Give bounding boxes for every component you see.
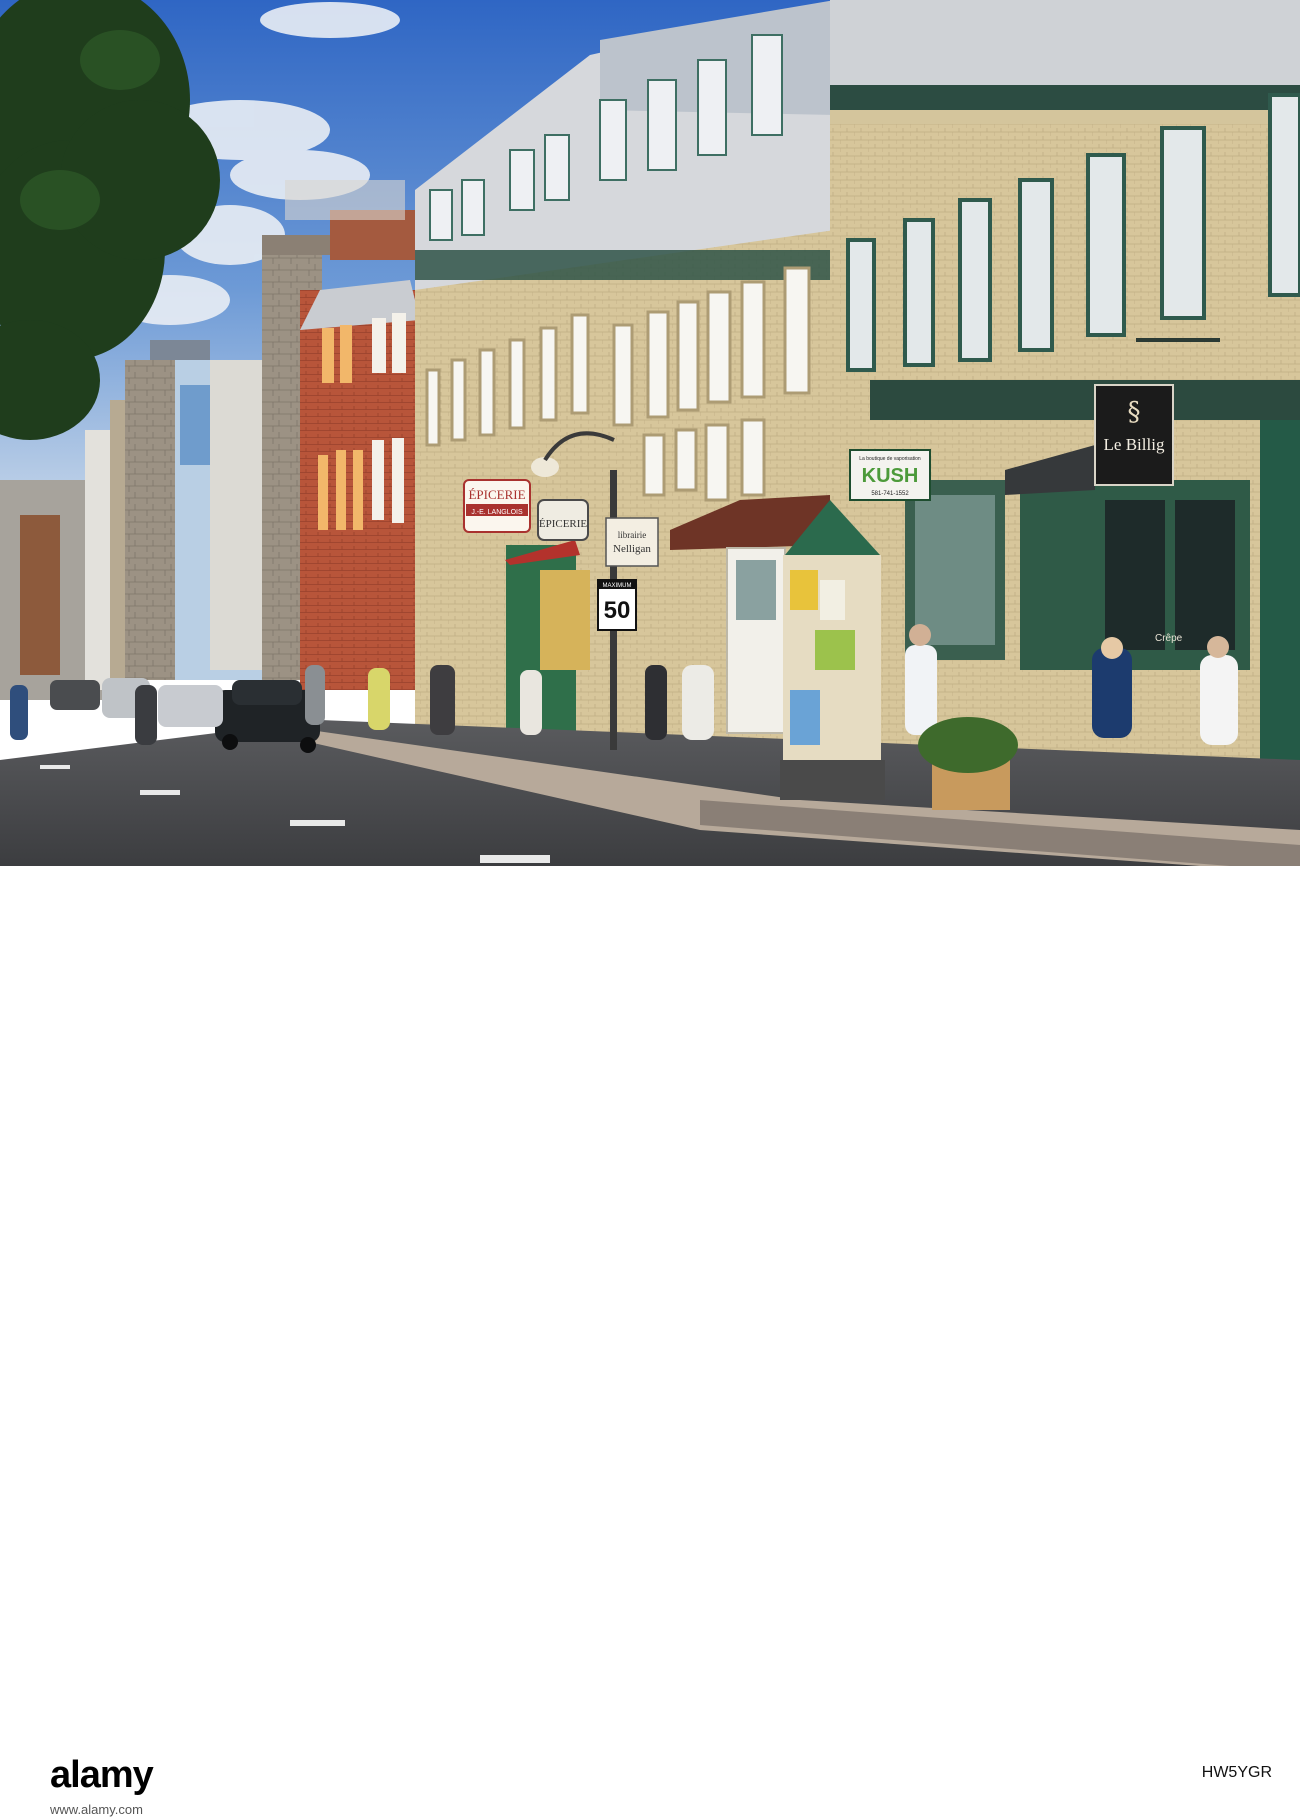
billig-label: Le Billig	[1104, 435, 1165, 454]
speed-limit-sign: MAXIMUM 50	[597, 579, 637, 631]
speed-max-label: MAXIMUM	[603, 583, 632, 589]
alamy-url-label: www.alamy.com	[50, 1802, 143, 1817]
kush-name-label: KUSH	[862, 465, 919, 487]
epicerie-hanging-sign: ÉPICERIE	[537, 499, 589, 541]
epicerie-sign: ÉPICERIE J.-E. LANGLOIS	[463, 479, 531, 533]
speed-value-label: 50	[604, 597, 631, 624]
billig-logo-icon: §	[1128, 397, 1141, 427]
advertising-kiosk	[780, 500, 885, 800]
epicerie-sub-label: J.-E. LANGLOIS	[471, 509, 523, 516]
watermark-footer: alamy HW5YGR www.alamy.com	[0, 866, 1300, 1817]
image-id-label: HW5YGR	[1201, 1764, 1272, 1781]
librairie-line2: Nelligan	[613, 543, 651, 555]
epicerie-hanging-label: ÉPICERIE	[539, 518, 588, 530]
librairie-line1: librairie	[618, 530, 647, 540]
kush-sign: La boutique de vaporisation KUSH 581-741…	[849, 449, 931, 501]
kush-top-label: La boutique de vaporisation	[859, 456, 921, 462]
crepe-window-label: Crêpe	[1155, 633, 1183, 644]
kush-phone-label: 581-741-1552	[871, 491, 909, 497]
epicerie-top-label: ÉPICERIE	[468, 487, 525, 502]
librairie-sign: librairie Nelligan	[605, 517, 659, 567]
street-photo: MAXIMUM 50 ÉPICERIE J.-E. LANGLOIS ÉPICE…	[0, 0, 1300, 866]
alamy-logo: alamy	[50, 1754, 154, 1796]
street-scene: MAXIMUM 50 ÉPICERIE J.-E. LANGLOIS ÉPICE…	[0, 0, 1300, 866]
